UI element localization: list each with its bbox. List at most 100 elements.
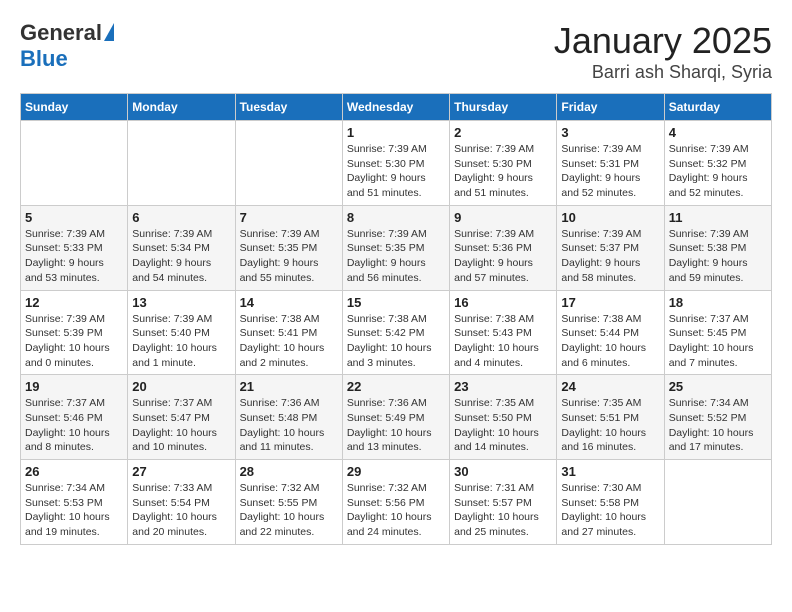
calendar-day-cell: 11Sunrise: 7:39 AMSunset: 5:38 PMDayligh… — [664, 205, 771, 290]
calendar-day-cell: 28Sunrise: 7:32 AMSunset: 5:55 PMDayligh… — [235, 460, 342, 545]
calendar-day-cell: 25 Sunrise: 7:34 AMSunset: 5:52 PMDayligh… — [664, 375, 771, 460]
day-number: 21 — [240, 379, 338, 394]
day-number: 20 — [132, 379, 230, 394]
calendar-day-cell — [664, 460, 771, 545]
day-number: 1 — [347, 125, 445, 140]
calendar-week-row: 5Sunrise: 7:39 AMSunset: 5:33 PMDaylight… — [21, 205, 772, 290]
calendar-day-cell — [235, 121, 342, 206]
weekday-header-cell: Saturday — [664, 94, 771, 121]
day-number: 12 — [25, 295, 123, 310]
day-info: Sunrise: 7:39 AMSunset: 5:31 PMDaylight:… — [561, 142, 659, 201]
day-number: 15 — [347, 295, 445, 310]
day-info: Sunrise: 7:32 AMSunset: 5:55 PMDaylight:… — [240, 481, 338, 540]
calendar-day-cell: 4Sunrise: 7:39 AMSunset: 5:32 PMDaylight… — [664, 121, 771, 206]
day-info: Sunrise: 7:39 AMSunset: 5:30 PMDaylight:… — [347, 142, 445, 201]
calendar-day-cell: 20 Sunrise: 7:37 AMSunset: 5:47 PMDayligh… — [128, 375, 235, 460]
day-number: 26 — [25, 464, 123, 479]
day-number: 6 — [132, 210, 230, 225]
day-number: 30 — [454, 464, 552, 479]
calendar-day-cell: 23 Sunrise: 7:35 AMSunset: 5:50 PMDayligh… — [450, 375, 557, 460]
day-info: Sunrise: 7:37 AMSunset: 5:47 PMDaylight:… — [132, 396, 230, 455]
calendar-day-cell: 12Sunrise: 7:39 AMSunset: 5:39 PMDayligh… — [21, 290, 128, 375]
calendar-table: SundayMondayTuesdayWednesdayThursdayFrid… — [20, 93, 772, 545]
day-info: Sunrise: 7:34 AMSunset: 5:53 PMDaylight:… — [25, 481, 123, 540]
calendar-week-row: 1 Sunrise: 7:39 AMSunset: 5:30 PMDaylight… — [21, 121, 772, 206]
day-number: 11 — [669, 210, 767, 225]
calendar-day-cell — [128, 121, 235, 206]
logo-general-text: General — [20, 20, 102, 46]
calendar-day-cell: 2Sunrise: 7:39 AMSunset: 5:30 PMDaylight… — [450, 121, 557, 206]
calendar-day-cell: 29 Sunrise: 7:32 AMSunset: 5:56 PMDayligh… — [342, 460, 449, 545]
calendar-day-cell: 15 Sunrise: 7:38 AMSunset: 5:42 PMDayligh… — [342, 290, 449, 375]
calendar-day-cell: 27Sunrise: 7:33 AMSunset: 5:54 PMDayligh… — [128, 460, 235, 545]
day-info: Sunrise: 7:39 AMSunset: 5:34 PMDaylight:… — [132, 227, 230, 286]
calendar-day-cell: 3 Sunrise: 7:39 AMSunset: 5:31 PMDaylight… — [557, 121, 664, 206]
day-info: Sunrise: 7:39 AMSunset: 5:35 PMDaylight:… — [347, 227, 445, 286]
calendar-day-cell: 7Sunrise: 7:39 AMSunset: 5:35 PMDaylight… — [235, 205, 342, 290]
calendar-day-cell: 17Sunrise: 7:38 AMSunset: 5:44 PMDayligh… — [557, 290, 664, 375]
day-number: 5 — [25, 210, 123, 225]
location-title: Barri ash Sharqi, Syria — [554, 62, 772, 83]
calendar-week-row: 12Sunrise: 7:39 AMSunset: 5:39 PMDayligh… — [21, 290, 772, 375]
day-number: 3 — [561, 125, 659, 140]
day-number: 17 — [561, 295, 659, 310]
calendar-day-cell: 9 Sunrise: 7:39 AMSunset: 5:36 PMDaylight… — [450, 205, 557, 290]
day-number: 8 — [347, 210, 445, 225]
day-number: 29 — [347, 464, 445, 479]
day-number: 9 — [454, 210, 552, 225]
calendar-day-cell — [21, 121, 128, 206]
calendar-day-cell: 13 Sunrise: 7:39 AMSunset: 5:40 PMDayligh… — [128, 290, 235, 375]
day-info: Sunrise: 7:34 AMSunset: 5:52 PMDaylight:… — [669, 396, 767, 455]
weekday-header-cell: Tuesday — [235, 94, 342, 121]
day-info: Sunrise: 7:39 AMSunset: 5:40 PMDaylight:… — [132, 312, 230, 371]
calendar-day-cell: 22Sunrise: 7:36 AMSunset: 5:49 PMDayligh… — [342, 375, 449, 460]
day-number: 23 — [454, 379, 552, 394]
weekday-header-cell: Sunday — [21, 94, 128, 121]
day-number: 25 — [669, 379, 767, 394]
calendar-day-cell: 14 Sunrise: 7:38 AMSunset: 5:41 PMDayligh… — [235, 290, 342, 375]
day-number: 10 — [561, 210, 659, 225]
day-number: 2 — [454, 125, 552, 140]
weekday-header-cell: Monday — [128, 94, 235, 121]
day-number: 24 — [561, 379, 659, 394]
day-number: 18 — [669, 295, 767, 310]
calendar-day-cell: 31 Sunrise: 7:30 AMSunset: 5:58 PMDayligh… — [557, 460, 664, 545]
day-info: Sunrise: 7:39 AMSunset: 5:35 PMDaylight:… — [240, 227, 338, 286]
day-info: Sunrise: 7:35 AMSunset: 5:50 PMDaylight:… — [454, 396, 552, 455]
day-info: Sunrise: 7:38 AMSunset: 5:42 PMDaylight:… — [347, 312, 445, 371]
calendar-day-cell: 10Sunrise: 7:39 AMSunset: 5:37 PMDayligh… — [557, 205, 664, 290]
calendar-day-cell: 6 Sunrise: 7:39 AMSunset: 5:34 PMDaylight… — [128, 205, 235, 290]
logo: General Blue — [20, 20, 114, 72]
calendar-day-cell: 5Sunrise: 7:39 AMSunset: 5:33 PMDaylight… — [21, 205, 128, 290]
weekday-header-cell: Friday — [557, 94, 664, 121]
page-header: General Blue January 2025 Barri ash Shar… — [20, 20, 772, 83]
calendar-day-cell: 18 Sunrise: 7:37 AMSunset: 5:45 PMDayligh… — [664, 290, 771, 375]
day-info: Sunrise: 7:39 AMSunset: 5:36 PMDaylight:… — [454, 227, 552, 286]
day-number: 14 — [240, 295, 338, 310]
month-title: January 2025 — [554, 20, 772, 62]
calendar-day-cell: 24 Sunrise: 7:35 AMSunset: 5:51 PMDayligh… — [557, 375, 664, 460]
calendar-body: 1 Sunrise: 7:39 AMSunset: 5:30 PMDaylight… — [21, 121, 772, 545]
day-info: Sunrise: 7:35 AMSunset: 5:51 PMDaylight:… — [561, 396, 659, 455]
day-number: 27 — [132, 464, 230, 479]
day-info: Sunrise: 7:31 AMSunset: 5:57 PMDaylight:… — [454, 481, 552, 540]
title-block: January 2025 Barri ash Sharqi, Syria — [554, 20, 772, 83]
day-number: 31 — [561, 464, 659, 479]
calendar-day-cell: 1 Sunrise: 7:39 AMSunset: 5:30 PMDaylight… — [342, 121, 449, 206]
day-info: Sunrise: 7:32 AMSunset: 5:56 PMDaylight:… — [347, 481, 445, 540]
weekday-header-row: SundayMondayTuesdayWednesdayThursdayFrid… — [21, 94, 772, 121]
calendar-day-cell: 21Sunrise: 7:36 AMSunset: 5:48 PMDayligh… — [235, 375, 342, 460]
weekday-header-cell: Thursday — [450, 94, 557, 121]
calendar-day-cell: 8 Sunrise: 7:39 AMSunset: 5:35 PMDaylight… — [342, 205, 449, 290]
day-info: Sunrise: 7:37 AMSunset: 5:45 PMDaylight:… — [669, 312, 767, 371]
day-info: Sunrise: 7:39 AMSunset: 5:32 PMDaylight:… — [669, 142, 767, 201]
day-number: 13 — [132, 295, 230, 310]
day-number: 22 — [347, 379, 445, 394]
day-info: Sunrise: 7:38 AMSunset: 5:43 PMDaylight:… — [454, 312, 552, 371]
day-info: Sunrise: 7:30 AMSunset: 5:58 PMDaylight:… — [561, 481, 659, 540]
day-info: Sunrise: 7:38 AMSunset: 5:41 PMDaylight:… — [240, 312, 338, 371]
calendar-day-cell: 30 Sunrise: 7:31 AMSunset: 5:57 PMDayligh… — [450, 460, 557, 545]
weekday-header-cell: Wednesday — [342, 94, 449, 121]
logo-blue-text: Blue — [20, 46, 68, 72]
day-info: Sunrise: 7:37 AMSunset: 5:46 PMDaylight:… — [25, 396, 123, 455]
